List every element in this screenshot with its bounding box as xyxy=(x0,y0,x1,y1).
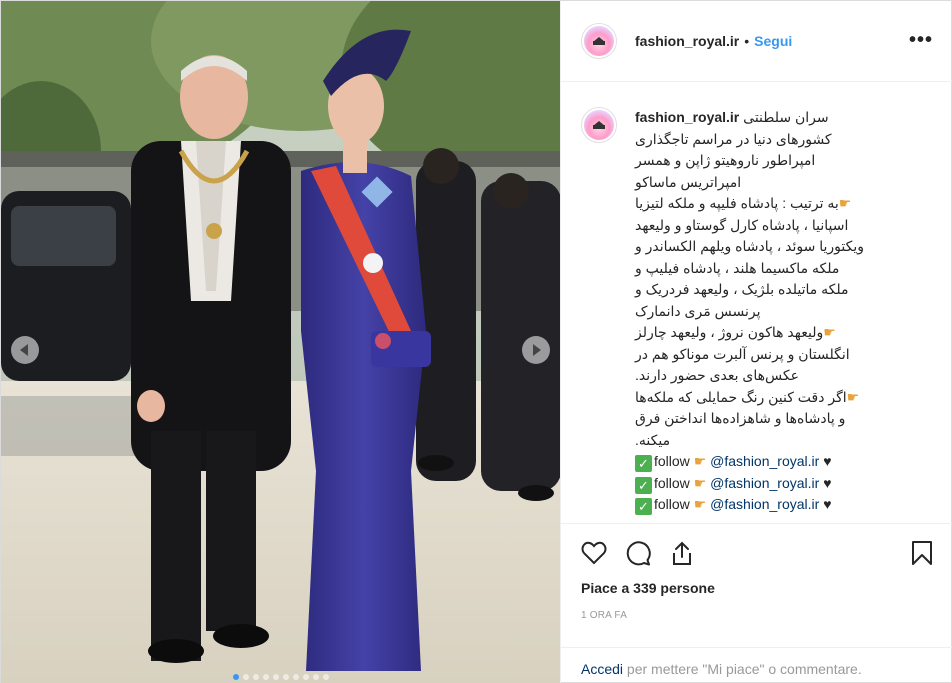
login-link[interactable]: Accedi xyxy=(581,661,623,677)
chevron-right-icon xyxy=(533,344,541,356)
carousel-dot xyxy=(292,674,299,680)
carousel-dot xyxy=(252,674,259,680)
follow-line: ✓ follow ☛ @fashion_royal.ir ♥ xyxy=(635,473,935,495)
caption-avatar[interactable] xyxy=(581,107,617,143)
caption-line-with-hand: ولیعهد هاکون نروژ ، ولیعهد چارلز☛ xyxy=(635,322,935,344)
black-heart-icon: ♥ xyxy=(823,474,832,491)
caption-line: ملکه ماکسیما هلند ، پادشاه فیلیپ و xyxy=(635,259,840,276)
caption-username[interactable]: fashion_royal.ir xyxy=(635,109,739,125)
crown-icon xyxy=(593,121,605,129)
caption-line: اسپانیا ، پادشاه کارل گوستاو و ولیعهد xyxy=(635,216,849,233)
avatar[interactable] xyxy=(581,23,617,59)
follow-word: follow xyxy=(654,496,690,512)
carousel-dot xyxy=(282,674,289,680)
follow-line: ✓ follow ☛ @fashion_royal.ir ♥ xyxy=(635,451,935,473)
caption-line: اگر دقت کنین رنگ حمایلی که ملکه‌ها xyxy=(635,388,847,405)
pointing-hand-icon: ☛ xyxy=(693,496,707,512)
more-options-icon[interactable]: ••• xyxy=(909,29,933,52)
check-mark-icon: ✓ xyxy=(635,498,652,515)
pointing-hand-icon: ☛ xyxy=(838,195,852,211)
caption-line: به ترتیب : پادشاه فلیپه و ملکه لتیزیا xyxy=(635,195,839,211)
avatar-image xyxy=(584,110,614,140)
carousel-dot xyxy=(242,674,249,680)
likes-count[interactable]: Piace a 339 persone xyxy=(581,580,715,596)
post-sidebar: fashion_royal.ir • Segui ••• fashion_roy… xyxy=(560,1,952,683)
heart-icon[interactable] xyxy=(579,538,609,568)
caption-first-line: fashion_royal.ir سران سلطنتی xyxy=(635,107,935,129)
separator-dot: • xyxy=(744,33,750,49)
caption-line: و پادشاه‌ها و شاهزاده‌ها انداختن فرق xyxy=(635,410,846,426)
check-mark-icon: ✓ xyxy=(635,476,652,494)
crown-icon xyxy=(593,37,605,45)
black-heart-icon: ♥ xyxy=(823,453,832,469)
pointing-hand-icon: ☛ xyxy=(846,388,860,405)
mention-link[interactable]: @fashion_royal.ir xyxy=(710,453,819,469)
bookmark-icon[interactable] xyxy=(907,538,937,568)
follow-button[interactable]: Segui xyxy=(754,33,792,49)
caption-line: امپراتریس ماساکو xyxy=(635,173,742,190)
black-heart-icon: ♥ xyxy=(823,496,832,512)
caption-line: انگلستان و پرنس آلبرت موناکو هم در xyxy=(635,345,850,362)
carousel-dot xyxy=(262,674,269,680)
comments-section[interactable]: fashion_royal.ir سران سلطنتی کشورهای دنی… xyxy=(561,83,952,523)
post-photo[interactable] xyxy=(1,1,560,683)
mention-link[interactable]: @fashion_royal.ir xyxy=(710,496,819,512)
caption-line: عکس‌های بعدی حضور دارند. xyxy=(635,367,799,383)
caption-line-with-hand: به ترتیب : پادشاه فلیپه و ملکه لتیزیا☛ xyxy=(635,193,935,215)
post-timestamp[interactable]: 1 ORA FA xyxy=(581,610,627,621)
follow-line: ✓ follow ☛ @fashion_royal.ir ♥ xyxy=(635,494,935,516)
action-icons xyxy=(579,538,697,568)
carousel-indicator xyxy=(1,674,560,680)
carousel-dot xyxy=(312,674,319,680)
chevron-left-icon xyxy=(20,344,28,356)
share-icon[interactable] xyxy=(667,538,697,568)
carousel-dot xyxy=(302,674,309,680)
caption-line: ویکتوریا سوئد ، پادشاه ویلهم الکساندر و xyxy=(635,238,865,254)
login-prompt: Accedi per mettere "Mi piace" o commenta… xyxy=(561,647,952,683)
caption-line: امپراطور ناروهیتو ژاپن و همسر xyxy=(635,152,816,168)
previous-photo-button[interactable] xyxy=(11,336,39,364)
caption-line: میکنه. xyxy=(635,431,671,448)
post-actions: Piace a 339 persone 1 ORA FA xyxy=(561,523,952,647)
caption-body: fashion_royal.ir سران سلطنتی کشورهای دنی… xyxy=(635,107,935,516)
header-username[interactable]: fashion_royal.ir xyxy=(635,33,739,49)
post-container: fashion_royal.ir • Segui ••• fashion_roy… xyxy=(0,0,952,683)
next-photo-button[interactable] xyxy=(522,336,550,364)
caption-line: ولیعهد هاکون نروژ ، ولیعهد چارلز xyxy=(635,324,824,340)
login-prompt-text: per mettere "Mi piace" o commentare. xyxy=(623,661,862,677)
pointing-hand-icon: ☛ xyxy=(693,453,707,469)
pointing-hand-icon: ☛ xyxy=(693,474,707,491)
caption-line: سران سلطنتی xyxy=(743,109,829,125)
caption-line: کشورهای دنیا در مراسم تاجگذاری xyxy=(635,130,832,147)
check-mark-icon: ✓ xyxy=(635,455,652,472)
caption-line: ملکه ماتیلده بلژیک ، ولیعهد فردریک و xyxy=(635,281,849,297)
carousel-dot xyxy=(272,674,279,680)
carousel-dot xyxy=(232,674,239,680)
photo-illustration xyxy=(1,1,560,683)
caption-line: پرنسس مَری دانمارک xyxy=(635,302,761,319)
caption: fashion_royal.ir سران سلطنتی کشورهای دنی… xyxy=(581,107,937,516)
caption-line-with-hand: اگر دقت کنین رنگ حمایلی که ملکه‌ها☛ xyxy=(635,387,935,409)
post-header: fashion_royal.ir • Segui ••• xyxy=(561,1,952,82)
comment-icon[interactable] xyxy=(623,538,653,568)
avatar-image xyxy=(584,26,614,56)
follow-word: follow xyxy=(654,474,690,491)
follow-word: follow xyxy=(654,453,690,469)
mention-link[interactable]: @fashion_royal.ir xyxy=(710,475,819,491)
carousel-dot xyxy=(322,674,329,680)
pointing-hand-icon: ☛ xyxy=(823,324,836,340)
